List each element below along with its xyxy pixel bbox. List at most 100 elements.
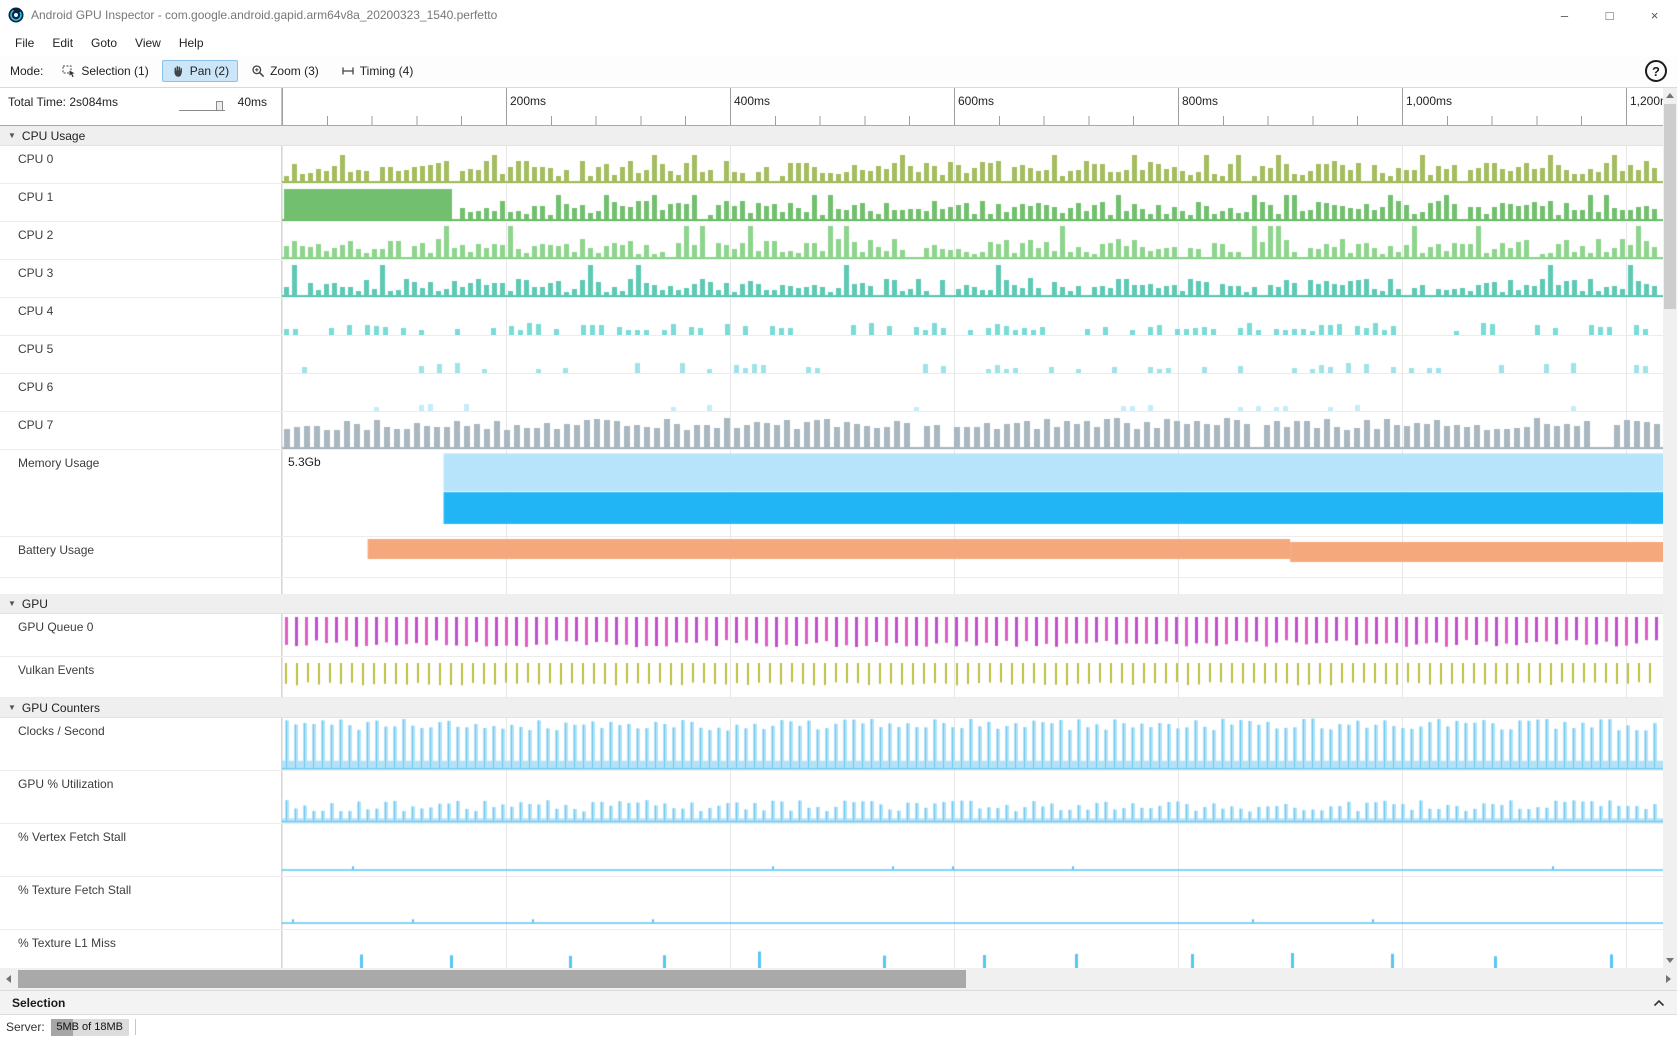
cpu-6-chart: [282, 374, 1663, 411]
menu-goto[interactable]: Goto: [82, 33, 126, 53]
pan-icon: [171, 64, 185, 78]
texture-l1-miss-track[interactable]: [282, 930, 1663, 968]
cpu-4-chart: [282, 298, 1663, 335]
pan-mode-button[interactable]: Pan (2): [162, 60, 238, 82]
chevron-up-icon[interactable]: [1653, 999, 1665, 1007]
tick-label-400ms: 400ms: [734, 94, 770, 108]
scroll-right-arrow-icon[interactable]: [1661, 968, 1677, 990]
gpu-utilization-track[interactable]: [282, 771, 1663, 823]
section-gpu-counters[interactable]: ▼ GPU Counters: [0, 698, 1663, 718]
selection-panel-header[interactable]: Selection: [0, 990, 1677, 1014]
cpu-4-track[interactable]: [282, 298, 1663, 335]
cpu-0-track[interactable]: [282, 146, 1663, 183]
timeline-ruler[interactable]: Total Time: 2s084ms 40ms 200ms 400ms 600…: [0, 88, 1663, 126]
scale-value-label: 40ms: [238, 95, 267, 109]
gpu-queue-0-track[interactable]: [282, 614, 1663, 656]
tick-label-1200ms: 1,200ms: [1630, 94, 1663, 108]
cpu-1-track[interactable]: [282, 184, 1663, 221]
track-row-cpu-0: CPU 0: [0, 146, 1663, 184]
zoom-icon: [251, 64, 265, 78]
help-icon: ?: [1652, 64, 1660, 79]
track-row-cpu-3: CPU 3: [0, 260, 1663, 298]
app-window: Android GPU Inspector - com.google.andro…: [0, 0, 1677, 1039]
cpu-7-track[interactable]: [282, 412, 1663, 449]
track-row-gpu-utilization: GPU % Utilization: [0, 771, 1663, 824]
track-label-cpu-0: CPU 0: [18, 152, 53, 166]
track-label-cpu-2: CPU 2: [18, 228, 53, 242]
scale-slider[interactable]: [179, 100, 225, 111]
cpu-7-chart: [282, 412, 1663, 449]
track-label-vulkan-events: Vulkan Events: [18, 663, 94, 677]
track-label-vertex-fetch-stall: % Vertex Fetch Stall: [18, 830, 126, 844]
memory-value-label: 5.3Gb: [286, 455, 323, 469]
maximize-button[interactable]: □: [1587, 0, 1632, 30]
horizontal-scrollbar-thumb[interactable]: [18, 970, 966, 988]
scale-slider-thumb[interactable]: [216, 101, 223, 111]
scroll-down-arrow-icon[interactable]: [1663, 954, 1677, 968]
track-label-clocks: Clocks / Second: [18, 724, 105, 738]
scroll-up-arrow-icon[interactable]: [1663, 88, 1677, 102]
cpu-3-track[interactable]: [282, 260, 1663, 297]
section-cpu-usage-label: CPU Usage: [22, 129, 85, 143]
track-label-gpu-queue-0: GPU Queue 0: [18, 620, 93, 634]
section-cpu-usage[interactable]: ▼ CPU Usage: [0, 126, 1663, 146]
scroll-left-arrow-icon[interactable]: [0, 968, 16, 990]
battery-track[interactable]: [282, 537, 1663, 577]
track-row-texture-fetch-stall: % Texture Fetch Stall: [0, 877, 1663, 930]
horizontal-scrollbar-track[interactable]: [16, 968, 1661, 990]
texture-fetch-stall-track[interactable]: [282, 877, 1663, 929]
window-controls: – □ ×: [1542, 0, 1677, 30]
track-label-cpu-6: CPU 6: [18, 380, 53, 394]
horizontal-scrollbar[interactable]: [0, 968, 1677, 990]
gpu-queue-0-chart: [282, 614, 1663, 656]
vertex-fetch-stall-track[interactable]: [282, 824, 1663, 876]
track-label-memory: Memory Usage: [18, 456, 99, 470]
track-label-cpu-1: CPU 1: [18, 190, 53, 204]
cpu-0-chart: [282, 146, 1663, 183]
cpu-2-chart: [282, 222, 1663, 259]
battery-chart: [282, 537, 1663, 577]
cpu-3-chart: [282, 260, 1663, 297]
track-row-vulkan-events: Vulkan Events: [0, 657, 1663, 698]
selection-mode-button[interactable]: Selection (1): [53, 60, 157, 82]
vertical-scrollbar[interactable]: [1663, 88, 1677, 968]
cpu-2-track[interactable]: [282, 222, 1663, 259]
track-label-texture-l1-miss: % Texture L1 Miss: [18, 936, 116, 950]
status-separator: [135, 1019, 136, 1035]
cpu-6-track[interactable]: [282, 374, 1663, 411]
status-bar: Server: 5MB of 18MB: [0, 1014, 1677, 1039]
timing-mode-button[interactable]: Timing (4): [332, 60, 423, 82]
track-row-clocks-per-second: Clocks / Second: [0, 718, 1663, 771]
section-gpu[interactable]: ▼ GPU: [0, 594, 1663, 614]
timeline-area: Total Time: 2s084ms 40ms 200ms 400ms 600…: [0, 88, 1677, 968]
clocks-track[interactable]: [282, 718, 1663, 770]
gpu-utilization-chart: [282, 771, 1663, 823]
time-axis[interactable]: 200ms 400ms 600ms 800ms 1,000ms 1,200ms: [282, 88, 1663, 125]
mode-toolbar: Mode: Selection (1) Pan (2) Zoom (3) Tim…: [0, 55, 1677, 88]
zoom-mode-button[interactable]: Zoom (3): [242, 60, 328, 82]
selection-panel-title: Selection: [12, 996, 65, 1010]
app-logo-icon: [8, 7, 24, 23]
minimize-button[interactable]: –: [1542, 0, 1587, 30]
selection-mode-label: Selection (1): [81, 64, 148, 78]
menu-bar: File Edit Goto View Help: [0, 30, 1677, 55]
server-memory-badge: 5MB of 18MB: [51, 1019, 129, 1036]
vertical-scrollbar-thumb[interactable]: [1664, 104, 1676, 309]
close-button[interactable]: ×: [1632, 0, 1677, 30]
menu-file[interactable]: File: [6, 33, 43, 53]
vulkan-events-track[interactable]: [282, 657, 1663, 697]
track-label-texture-fetch-stall: % Texture Fetch Stall: [18, 883, 131, 897]
timing-mode-label: Timing (4): [360, 64, 414, 78]
collapse-triangle-icon: ▼: [8, 704, 16, 712]
tick-label-1000ms: 1,000ms: [1406, 94, 1452, 108]
memory-track[interactable]: 5.3Gb: [282, 450, 1663, 536]
track-label-gpu-utilization: GPU % Utilization: [18, 777, 113, 791]
tick-label-800ms: 800ms: [1182, 94, 1218, 108]
clocks-chart: [282, 718, 1663, 770]
menu-edit[interactable]: Edit: [43, 33, 82, 53]
menu-help[interactable]: Help: [170, 33, 213, 53]
cpu-5-track[interactable]: [282, 336, 1663, 373]
texture-l1-miss-chart: [282, 930, 1663, 968]
menu-view[interactable]: View: [126, 33, 170, 53]
help-button[interactable]: ?: [1645, 60, 1667, 82]
